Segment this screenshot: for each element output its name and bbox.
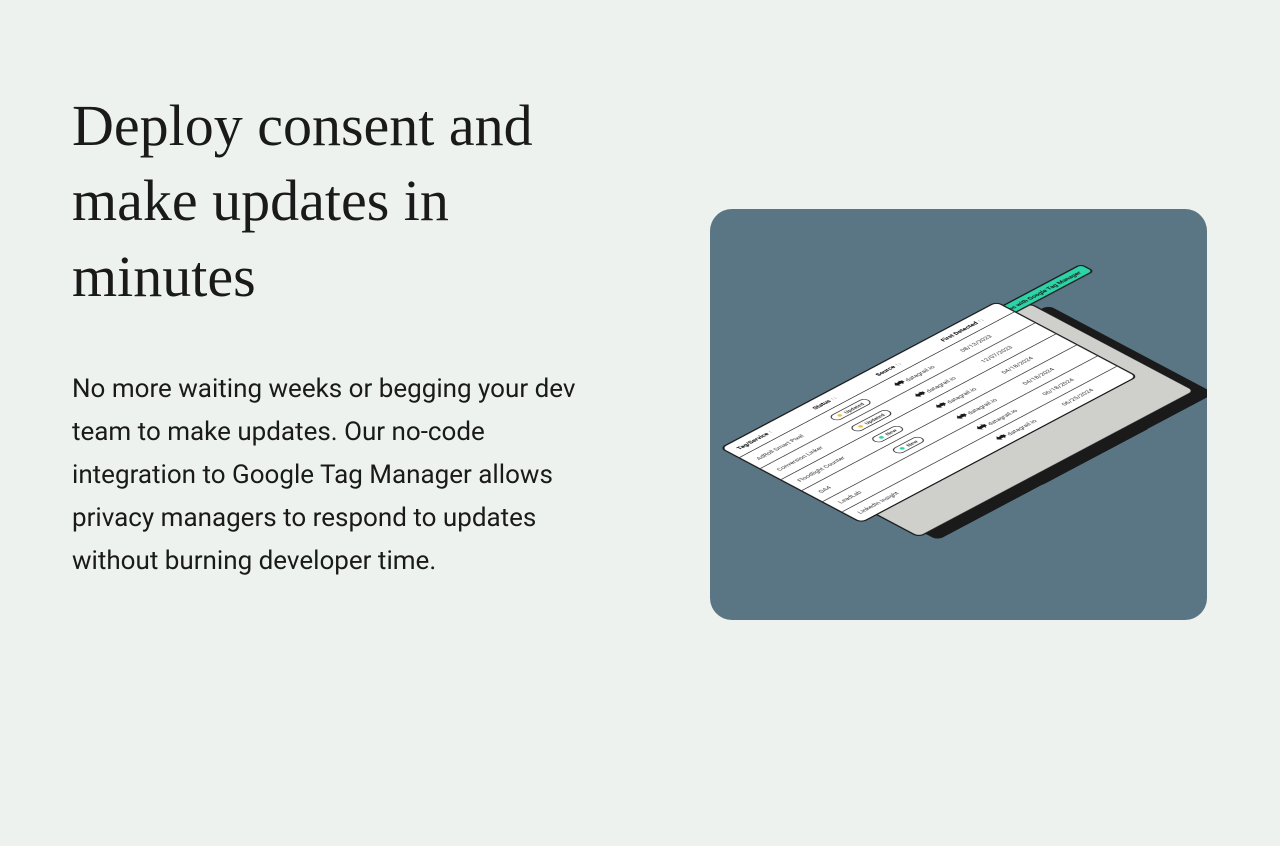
section-paragraph: No more waiting weeks or begging your de… [72, 368, 612, 582]
source-icon [892, 379, 907, 387]
illustration-frame: Tracking Services Sync with Google Tag M… [710, 209, 1207, 620]
sync-button-label: Sync with Google Tag Manager [999, 270, 1082, 314]
source-icon [993, 433, 1008, 441]
section-heading: Deploy consent and make updates in minut… [72, 88, 612, 314]
